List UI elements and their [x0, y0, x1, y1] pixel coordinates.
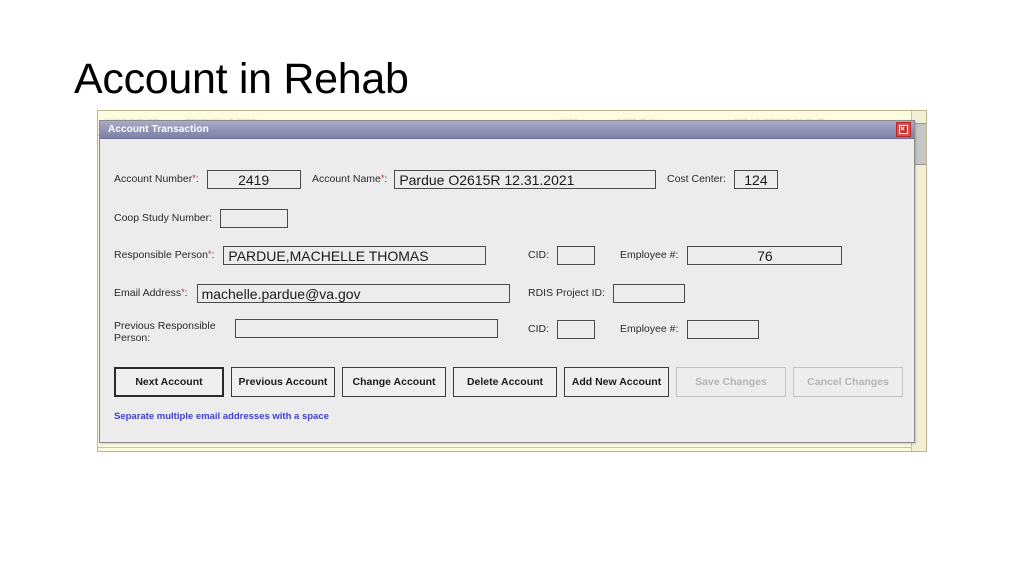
dialog-titlebar[interactable]: Account Transaction [100, 121, 914, 139]
cid-input-1[interactable] [557, 246, 595, 265]
page-title: Account in Rehab [74, 55, 409, 103]
responsible-person-label: Responsible Person*: [114, 248, 215, 261]
field-group-responsible-person: Responsible Person*: PARDUE,MACHELLE THO… [114, 246, 487, 265]
responsible-person-input[interactable]: PARDUE,MACHELLE THOMAS [223, 246, 487, 265]
cid-input-2[interactable] [557, 320, 595, 339]
cid-label-2: CID: [528, 322, 549, 335]
delete-account-button[interactable]: Delete Account [453, 367, 557, 397]
account-name-label: Account Name*: [312, 172, 388, 185]
previous-responsible-person-input[interactable] [235, 319, 498, 338]
rdis-project-id-input[interactable] [613, 284, 686, 303]
field-group-employee-number-1: Employee #: 76 [620, 246, 843, 265]
email-address-input[interactable]: machelle.pardue@va.gov [196, 284, 510, 303]
field-group-cid-2: CID: [528, 320, 595, 339]
cid-label-1: CID: [528, 248, 549, 261]
coop-study-number-input[interactable] [220, 209, 289, 228]
field-group-coop-study-number: Coop Study Number: [114, 209, 289, 228]
employee-number-input-1[interactable]: 76 [687, 246, 843, 265]
account-transaction-dialog: Account Transaction Account Number*: 241… [99, 120, 915, 443]
dialog-title: Account Transaction [108, 124, 209, 135]
account-number-input[interactable]: 2419 [206, 170, 301, 189]
change-account-button[interactable]: Change Account [342, 367, 446, 397]
field-group-cost-center: Cost Center: 124 [667, 170, 778, 189]
cost-center-input[interactable]: 124 [733, 170, 778, 189]
email-hint-note: Separate multiple email addresses with a… [114, 411, 329, 422]
email-address-label: Email Address*: [114, 286, 188, 299]
previous-account-button[interactable]: Previous Account [231, 367, 335, 397]
field-group-cid-1: CID: [528, 246, 595, 265]
add-new-account-button[interactable]: Add New Account [564, 367, 669, 397]
save-changes-button: Save Changes [676, 367, 786, 397]
employee-number-label-2: Employee #: [620, 322, 679, 335]
field-group-account-number: Account Number*: 2419 [114, 170, 301, 189]
field-group-previous-responsible-person: Previous Responsible Person: [114, 319, 498, 345]
cost-center-label: Cost Center: [667, 172, 726, 185]
employee-number-input-2[interactable] [687, 320, 760, 339]
previous-responsible-person-label: Previous Responsible Person: [114, 320, 216, 345]
dialog-body: Account Number*: 2419 Account Name*: Par… [100, 139, 914, 442]
field-group-employee-number-2: Employee #: [620, 320, 760, 339]
rdis-project-id-label: RDIS Project ID: [528, 286, 606, 299]
cancel-changes-button: Cancel Changes [793, 367, 903, 397]
next-account-button[interactable]: Next Account [114, 367, 224, 397]
account-number-label: Account Number*: [114, 172, 199, 185]
account-name-input[interactable]: Pardue O2615R 12.31.2021 [394, 170, 657, 189]
coop-study-number-label: Coop Study Number: [114, 211, 213, 224]
close-glyph [899, 125, 908, 134]
dialog-button-row: Next Account Previous Account Change Acc… [114, 367, 903, 397]
field-group-account-name: Account Name*: Pardue O2615R 12.31.2021 [312, 170, 657, 189]
field-group-rdis-project-id: RDIS Project ID: [528, 284, 686, 303]
employee-number-label-1: Employee #: [620, 248, 679, 261]
field-group-email-address: Email Address*: machelle.pardue@va.gov [114, 284, 510, 303]
close-icon[interactable] [896, 122, 911, 137]
